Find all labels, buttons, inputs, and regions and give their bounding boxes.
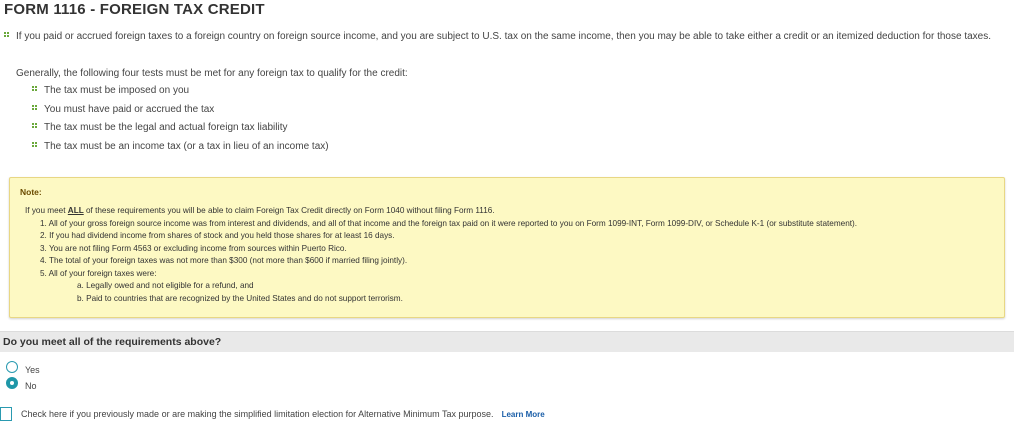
radio-button-no[interactable] [6,377,18,389]
page-title: FORM 1116 - FOREIGN TAX CREDIT [4,1,265,18]
list-item: 4. The total of your foreign taxes was n… [40,256,408,266]
note-sublist: a. Legally owed and not eligible for a r… [40,280,857,305]
amt-election-checkbox[interactable] [0,407,12,421]
note-emphasis: ALL [67,206,84,215]
list-item: a. Legally owed and not eligible for a r… [77,280,254,290]
amt-election-row[interactable]: Check here if you previously made or are… [0,407,545,421]
amt-election-label[interactable]: Check here if you previously made or are… [21,409,494,419]
bullet-icon [32,123,38,129]
note-lead: If you meet ALL of these requirements yo… [25,206,495,215]
list-item: You must have paid or accrued the tax [32,103,329,122]
list-item: b. Paid to countries that are recognized… [77,293,403,303]
intro-paragraph: If you paid or accrued foreign taxes to … [4,31,991,42]
note-box: Note: If you meet ALL of these requireme… [9,177,1005,318]
radio-label-no[interactable]: No [25,381,37,391]
note-title: Note: [20,187,42,197]
radio-option-no[interactable]: No [6,377,37,391]
radio-option-yes[interactable]: Yes [6,361,40,375]
radio-label-yes[interactable]: Yes [25,365,40,375]
note-sublist-wrapper: a. Legally owed and not eligible for a r… [40,280,857,305]
question-header: Do you meet all of the requirements abov… [0,331,1014,352]
list-item: 1. All of your gross foreign source inco… [40,219,858,228]
bullet-icon [32,86,38,92]
learn-more-link[interactable]: Learn More [502,410,545,419]
radio-button-yes[interactable] [6,361,18,373]
tests-list: The tax must be imposed on you You must … [32,84,329,158]
intro-text: If you paid or accrued foreign taxes to … [16,31,991,42]
list-item: The tax must be the legal and actual for… [32,121,329,140]
list-item: 2. If you had dividend income from share… [40,231,395,241]
list-item: 5. All of your foreign taxes were: [40,268,157,278]
tests-intro: Generally, the following four tests must… [16,68,408,79]
list-item: 3. You are not filing Form 4563 or exclu… [40,243,347,253]
bullet-icon [32,141,38,148]
note-list: 1. All of your gross foreign source inco… [40,218,857,305]
list-item: The tax must be imposed on you [32,84,329,103]
question-text: Do you meet all of the requirements abov… [3,336,222,348]
list-item: The tax must be an income tax (or a tax … [32,140,329,159]
bullet-icon [32,104,38,111]
bullet-icon [4,32,10,38]
